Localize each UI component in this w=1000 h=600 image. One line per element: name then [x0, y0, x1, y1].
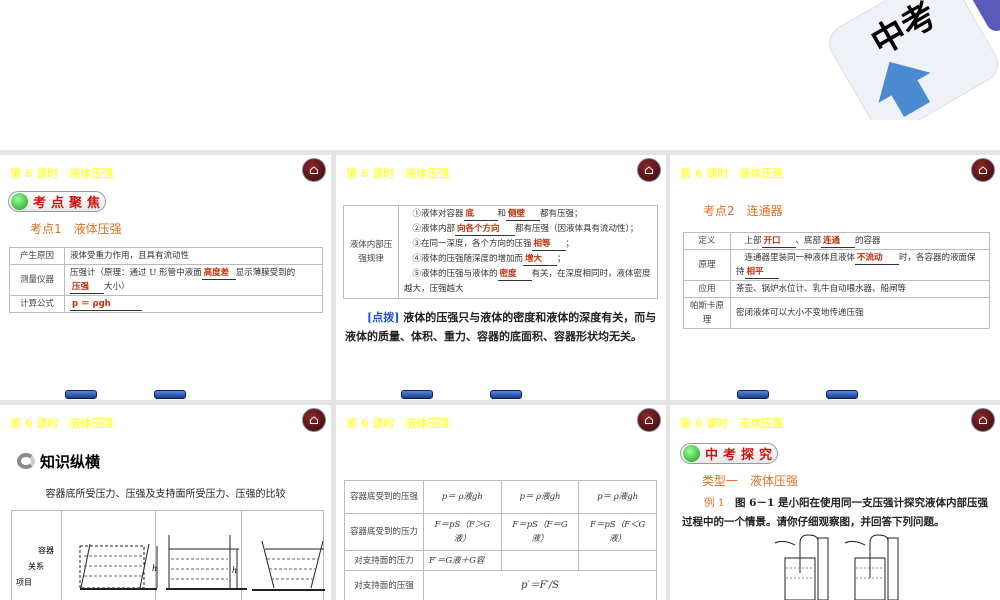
nav-button-tanjiu[interactable] — [154, 390, 186, 399]
example-paragraph: 例 1 图 6－1 是小阳在使用同一支压强计探究液体内部压强过程中的一个情景。请… — [682, 497, 988, 528]
row-label: 产生原因 — [9, 247, 65, 265]
slide-thumbnail-6[interactable]: 第 6 课时 液体压强 ⌂ 中考探究 类型一 液体压强 例 1 图 6－1 是小… — [670, 405, 1000, 600]
slide-title: 第 6 课时 液体压强 — [680, 417, 784, 430]
section-heading: 知识纵横 — [40, 453, 101, 471]
row-label: 对支持面的压强 — [344, 570, 424, 600]
slide-title: 第 6 课时 液体压强 — [680, 167, 784, 180]
row-label: 应用 — [683, 280, 731, 298]
pressure-table: 产生原因 液体受重力作用，且具有流动性 测量仪器 压强计（原理：通过 U 形管中液面… — [9, 247, 323, 313]
pressure-gauge-figure — [774, 534, 899, 600]
home-icon[interactable]: ⌂ — [971, 408, 995, 432]
row-label: 容器底受到的压强 — [344, 480, 424, 514]
cell: F＝pS（F＜G液） — [578, 513, 657, 551]
previous-slide-area: 中考 — [0, 0, 1000, 150]
rules-table: 液体内部压强规律 ①液体对容器底和侧壁 都有压强； ②液体内部 向各个方向 都有压强（… — [343, 205, 658, 299]
nav-button-kaodian[interactable] — [65, 390, 97, 399]
row-label: 定义 — [683, 232, 731, 250]
corner-label: 项目 — [16, 578, 32, 587]
slide-thumbnail-5[interactable]: 第 6 课时 液体压强 ⌂ 容器底受到的压强 p＝ ρ液gh p＝ ρ液gh p＝ ρ… — [336, 405, 666, 600]
zhongkao-logo: 中考 — [829, 0, 1000, 120]
row-label: 原理 — [683, 249, 731, 281]
home-icon[interactable]: ⌂ — [971, 158, 995, 182]
home-icon[interactable]: ⌂ — [302, 158, 326, 182]
row-label: 对支持面的压力 — [344, 550, 424, 571]
slide-title: 第 6 课时 液体压强 — [10, 167, 114, 180]
green-dot-icon — [683, 445, 700, 462]
slide-thumbnail-4[interactable]: 第 6 课时 液体压强 ⌂ 知识纵横 容器底所受压力、压强及支持面所受压力、压强… — [0, 405, 331, 600]
cell: 茶壶、锅炉水位计、乳牛自动喂水器、船闸等 — [730, 280, 990, 298]
home-icon[interactable]: ⌂ — [637, 158, 661, 182]
section-badge: 考点聚焦 — [8, 191, 106, 212]
home-icon[interactable]: ⌂ — [302, 408, 326, 432]
cycle-icon — [17, 453, 35, 469]
slide-thumbnail-3[interactable]: 第 6 课时 液体压强 ⌂ 考点2 连通器 定义 上部 开口 、底部 连通 的容器 原理… — [670, 155, 1000, 400]
svg-text:h: h — [232, 566, 237, 575]
cell: F＝pS（F＞G液） — [423, 513, 502, 551]
slide-title: 第 6 课时 液体压强 — [346, 417, 450, 430]
badge-label: 中考探究 — [705, 448, 778, 463]
home-icon[interactable]: ⌂ — [637, 408, 661, 432]
table-caption: 容器底所受压力、压强及支持面所受压力、压强的比较 — [45, 489, 286, 500]
cell: F′＝G液＋G容 — [423, 550, 502, 571]
nav-button-kaodian[interactable] — [401, 390, 433, 399]
nav-button-tanjiu[interactable] — [826, 390, 858, 399]
section-heading: 考点1 液体压强 — [30, 222, 122, 236]
cell: p＝ ρ液gh — [578, 480, 657, 514]
slide-title: 第 6 课时 液体压强 — [346, 167, 450, 180]
slide-title: 第 6 课时 液体压强 — [10, 417, 114, 430]
section-badge: 中考探究 — [680, 443, 778, 464]
svg-text:h: h — [152, 564, 157, 573]
comparison-table: 容器 关系 项目 h h — [11, 510, 325, 600]
cell: 密闭液体可以大小不变地传递压强 — [730, 297, 990, 329]
row-label: 液体内部压强规律 — [343, 205, 399, 299]
green-dot-icon — [11, 193, 28, 210]
slide-thumbnail-1[interactable]: 第 6 课时 液体压强 ⌂ 考点聚焦 考点1 液体压强 产生原因 液体受重力作用，… — [0, 155, 331, 400]
cell: p＝ ρ液gh — [500, 480, 580, 514]
corner-label: 关系 — [28, 562, 44, 571]
cell: 上部 开口 、底部 连通 的容器 — [730, 232, 990, 250]
badge-label: 考点聚焦 — [33, 196, 106, 211]
connector-table: 定义 上部 开口 、底部 连通 的容器 原理 连通器里装同一种液体且液体 不流动 时，各容器… — [683, 232, 990, 329]
formula-table: 容器底受到的压强 p＝ ρ液gh p＝ ρ液gh p＝ ρ液gh 容器底受到的压力 F＝… — [344, 480, 657, 600]
row-label: 容器底受到的压力 — [344, 513, 424, 551]
cell: 液体受重力作用，且具有流动性 — [64, 247, 323, 265]
tip-paragraph: [点拨] 液体的压强只与液体的密度和液体的深度有关，而与液体的质量、体积、重力、… — [345, 311, 657, 343]
cell: 连通器里装同一种液体且液体 不流动 时，各容器的液面保持 相平 — [730, 249, 990, 281]
corner-label: 容器 — [38, 546, 54, 555]
row-label: 帕斯卡原理 — [683, 297, 731, 329]
cell: F＝pS（F＝G液） — [500, 513, 580, 551]
container-diagrams: h h — [79, 535, 325, 591]
section-heading: 考点2 连通器 — [703, 204, 783, 218]
cell: ①液体对容器底和侧壁 都有压强； ②液体内部 向各个方向 都有压强（因液体具有流动性）… — [398, 205, 658, 299]
nav-button-tanjiu[interactable] — [490, 390, 522, 399]
row-label: 计算公式 — [9, 295, 65, 313]
cell: p′＝F′/S — [423, 570, 657, 600]
row-label: 测量仪器 — [9, 264, 65, 296]
cell: p ＝ ρgh — [64, 295, 323, 313]
slide-thumbnail-2[interactable]: 第 6 课时 液体压强 ⌂ 液体内部压强规律 ①液体对容器底和侧壁 都有压强； ②… — [336, 155, 666, 400]
nav-button-kaodian[interactable] — [737, 390, 769, 399]
section-heading: 类型一 液体压强 — [702, 474, 799, 488]
cell: p＝ ρ液gh — [423, 480, 502, 514]
cell: 压强计（原理：通过 U 形管中液面 高度差 显示薄膜受到的 压强 大小） — [64, 264, 323, 296]
